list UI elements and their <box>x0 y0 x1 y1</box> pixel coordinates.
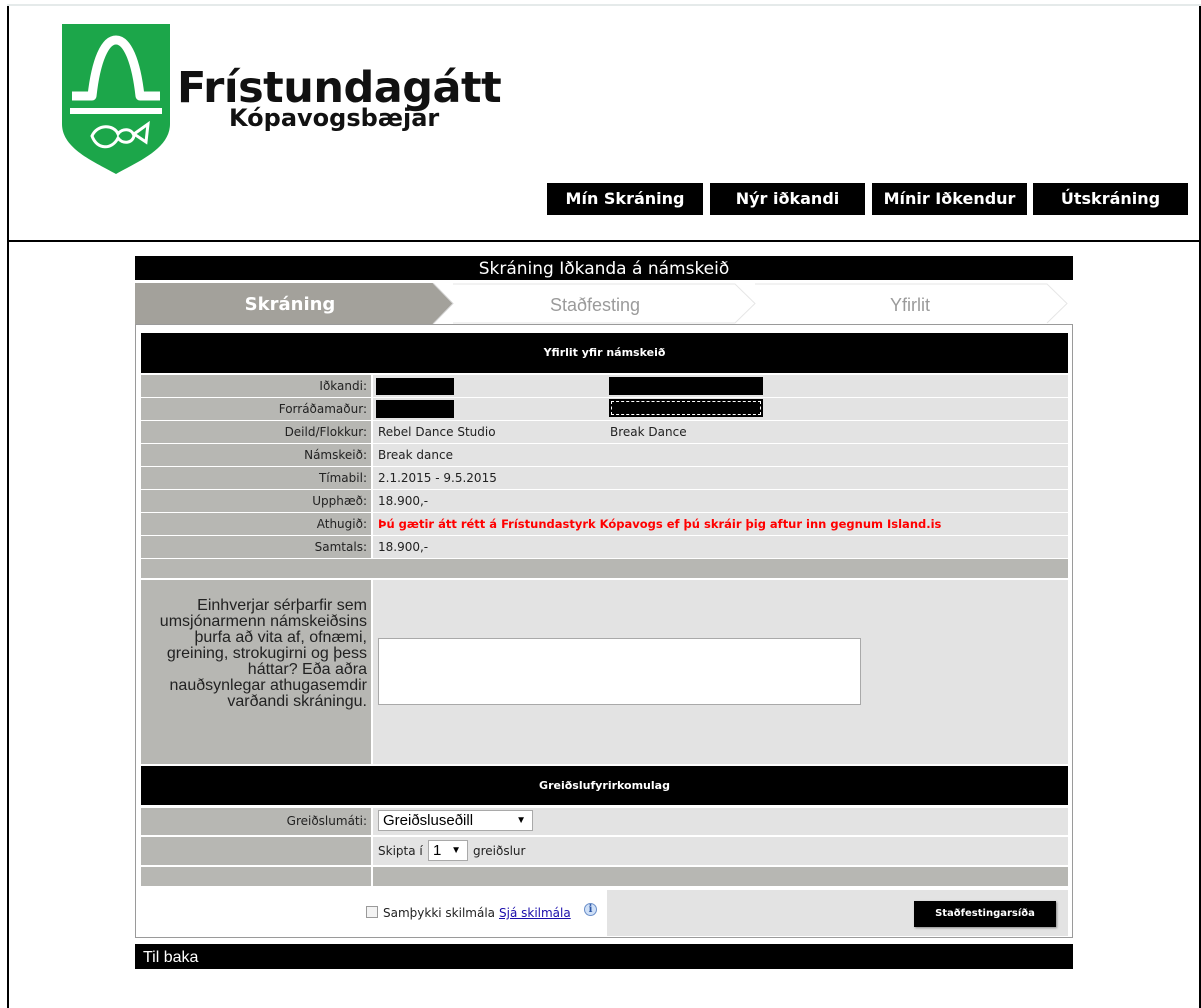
payment-header: Greiðslufyrirkomulag <box>141 766 1068 805</box>
payment-method-select[interactable]: Greiðsluseðill ▼ <box>378 810 533 831</box>
installments-label-cell <box>141 837 371 865</box>
window-top-border <box>7 4 1201 6</box>
nav-my-participants-button[interactable]: Mínir Iðkendur <box>872 183 1027 215</box>
guardian-link-redacted[interactable] <box>609 399 763 417</box>
period-label: Tímabil: <box>141 467 371 489</box>
guardian-redacted <box>376 400 454 418</box>
payment-method-label: Greiðslumáti: <box>141 808 371 835</box>
page-left-border <box>7 6 9 1008</box>
payment-method-row: Greiðslumáti: <box>141 808 1068 835</box>
page-title: Skráning Iðkanda á námskeið <box>135 256 1073 280</box>
special-needs-label: Einhverjar sérþarfir sem umsjónarmenn ná… <box>141 580 371 764</box>
note-label: Athugið: <box>141 513 371 535</box>
department-value: Rebel Dance Studio <box>373 421 1068 443</box>
chevron-down-icon: ▼ <box>451 845 461 856</box>
installments-prefix: Skipta í <box>378 844 423 858</box>
kopavogur-shield-logo-icon <box>62 24 170 174</box>
participant-row: Iðkandi: <box>141 375 1068 397</box>
department-value-2: Break Dance <box>610 425 687 439</box>
nav-new-participant-button[interactable]: Nýr iðkandi <box>710 183 865 215</box>
payment-method-value: Greiðsluseðill <box>383 812 474 829</box>
participant-redacted <box>376 378 454 395</box>
participant-label: Iðkandi: <box>141 375 371 397</box>
period-row: Tímabil: 2.1.2015 - 9.5.2015 <box>141 467 1068 489</box>
info-icon[interactable]: i <box>584 903 597 916</box>
guardian-row: Forráðamaður: <box>141 398 1068 420</box>
step-overview: Yfirlit <box>890 295 930 315</box>
overview-header: Yfirlit yfir námskeið <box>141 333 1068 373</box>
total-row: Samtals: 18.900,- <box>141 536 1068 558</box>
total-value: 18.900,- <box>373 536 1068 558</box>
nav-logout-button[interactable]: Útskráning <box>1033 183 1188 215</box>
amount-row: Upphæð: 18.900,- <box>141 490 1068 512</box>
participant-redacted-2 <box>609 377 763 395</box>
accept-terms-checkbox[interactable] <box>366 906 378 918</box>
view-terms-link[interactable]: Sjá skilmála <box>499 906 571 920</box>
note-row: Athugið: Þú gætir átt rétt á Frístundast… <box>141 513 1068 535</box>
step-registration: Skráning <box>244 294 336 315</box>
brand: Frístundagátt Kópavogsbæjar <box>177 64 502 132</box>
course-value: Break dance <box>373 444 1068 466</box>
installments-row <box>141 837 1068 865</box>
amount-label: Upphæð: <box>141 490 371 512</box>
department-label: Deild/Flokkur: <box>141 421 371 443</box>
section-separator <box>141 559 1068 578</box>
header-divider <box>7 240 1201 242</box>
payment-separator <box>141 867 1068 886</box>
installments-value: 1 <box>433 842 442 859</box>
frístundastyrkur-warning: Þú gætir átt rétt á Frístundastyrk Kópav… <box>373 513 1068 535</box>
chevron-down-icon: ▼ <box>516 815 526 826</box>
guardian-label: Forráðamaður: <box>141 398 371 420</box>
course-label: Námskeið: <box>141 444 371 466</box>
confirmation-page-button[interactable]: Staðfestingarsíða <box>914 901 1056 927</box>
installments-suffix: greiðslur <box>473 844 526 858</box>
step-confirmation: Staðfesting <box>549 295 641 315</box>
separator-gap <box>371 867 373 886</box>
special-needs-textarea[interactable] <box>378 638 861 705</box>
progress-steps: Skráning Staðfesting Yfirlit <box>135 283 1073 324</box>
accept-terms-label: Samþykki skilmála <box>383 906 496 920</box>
total-label: Samtals: <box>141 536 371 558</box>
course-row: Námskeið: Break dance <box>141 444 1068 466</box>
installments-select[interactable]: 1 ▼ <box>428 840 468 861</box>
department-row: Deild/Flokkur: Rebel Dance Studio Break … <box>141 421 1068 443</box>
nav-my-registration-button[interactable]: Mín Skráning <box>547 183 703 215</box>
back-link[interactable]: Til baka <box>135 944 1073 969</box>
period-value: 2.1.2015 - 9.5.2015 <box>373 467 1068 489</box>
amount-value: 18.900,- <box>373 490 1068 512</box>
